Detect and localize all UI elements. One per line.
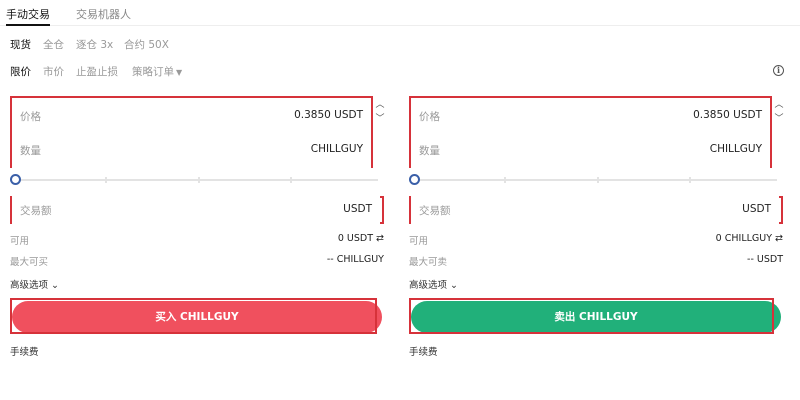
buy-price-stepper: ︿ ﹀ (374, 99, 386, 129)
active-tab-indicator (6, 24, 50, 26)
buy-price-value: 0.3850 USDT (294, 109, 363, 121)
buy-price-field[interactable]: 价格 0.3850 USDT (12, 98, 371, 134)
mode-cross[interactable]: 全仓 (43, 37, 64, 52)
slider-tick (105, 177, 107, 183)
sell-price-field[interactable]: 价格 0.3850 USDT (411, 98, 770, 134)
buy-max-label: 最大可买 (10, 257, 49, 268)
sell-max-value: -- USDT (747, 254, 783, 265)
slider-handle[interactable] (10, 174, 21, 185)
sell-panel: 价格 0.3850 USDT ︿ ﹀ 数量 CHILLGUY 交易额 USDT … (409, 96, 785, 366)
chevron-up-icon[interactable]: ︿ (773, 99, 785, 111)
buy-amount-slider[interactable] (10, 174, 384, 186)
slider-tick (597, 177, 599, 183)
sell-advanced-options[interactable]: 高级选项 ⌄ (409, 277, 458, 291)
sell-amount-value: USDT (742, 203, 771, 215)
info-circle-icon[interactable]: i (773, 65, 784, 76)
top-tab-bar: 手动交易 交易机器人 (0, 0, 800, 26)
sell-max-label: 最大可卖 (409, 257, 448, 268)
slider-handle[interactable] (409, 174, 420, 185)
buy-qty-value: CHILLGUY (310, 143, 363, 155)
slider-tick (504, 177, 506, 183)
strategy-order-label: 策略订单 (132, 66, 174, 78)
slider-track (16, 179, 378, 181)
buy-price-label: 价格 (20, 111, 41, 123)
tab-trading-bot[interactable]: 交易机器人 (76, 6, 131, 22)
sell-price-stepper: ︿ ﹀ (773, 99, 785, 129)
sell-price-label: 价格 (419, 111, 440, 123)
buy-fee-label: 手续费 (10, 347, 39, 358)
sell-available-row: 可用 0 CHILLGUY ⇄ (409, 233, 783, 247)
buy-qty-label: 数量 (20, 145, 41, 157)
mode-isolated[interactable]: 逐仓 3x (76, 37, 113, 52)
chevron-down-icon[interactable]: ﹀ (374, 113, 386, 125)
buy-button-highlight (10, 298, 377, 334)
sell-price-value: 0.3850 USDT (693, 109, 762, 121)
sell-amount-label: 交易额 (419, 205, 451, 217)
sell-button-highlight (409, 298, 774, 334)
sell-max-row: 最大可卖 -- USDT (409, 254, 783, 268)
slider-track (415, 179, 777, 181)
buy-amount-value: USDT (343, 203, 372, 215)
sell-advanced-label: 高级选项 (409, 280, 448, 291)
sell-qty-field[interactable]: 数量 CHILLGUY (411, 132, 770, 168)
sell-qty-label: 数量 (419, 145, 440, 157)
order-type-tabs: 限价 市价 止盈止损 策略订单 ▼ (10, 64, 790, 80)
chevron-down-icon: ⌄ (450, 280, 459, 291)
slider-tick (290, 177, 292, 183)
caret-down-icon: ▼ (176, 68, 183, 77)
chevron-down-icon[interactable]: ﹀ (773, 113, 785, 125)
mode-futures[interactable]: 合约 50X (124, 37, 169, 52)
buy-amount-field[interactable]: 交易额 USDT (12, 192, 380, 228)
tab-tp-sl[interactable]: 止盈止损 (76, 64, 118, 79)
mode-spot[interactable]: 现货 (10, 37, 31, 52)
chevron-up-icon[interactable]: ︿ (374, 99, 386, 111)
slider-tick (689, 177, 691, 183)
buy-advanced-options[interactable]: 高级选项 ⌄ (10, 277, 59, 291)
buy-available-value[interactable]: 0 USDT ⇄ (338, 233, 384, 244)
tab-market[interactable]: 市价 (43, 64, 64, 79)
buy-panel: 价格 0.3850 USDT ︿ ﹀ 数量 CHILLGUY 交易额 USDT … (10, 96, 386, 366)
buy-qty-field[interactable]: 数量 CHILLGUY (12, 132, 371, 168)
buy-advanced-label: 高级选项 (10, 280, 49, 291)
chevron-down-icon: ⌄ (51, 280, 60, 291)
sell-available-value[interactable]: 0 CHILLGUY ⇄ (716, 233, 783, 244)
sell-available-label: 可用 (409, 236, 429, 247)
sell-amount-field[interactable]: 交易额 USDT (411, 192, 779, 228)
buy-available-label: 可用 (10, 236, 30, 247)
buy-max-row: 最大可买 -- CHILLGUY (10, 254, 384, 268)
sell-fee-label: 手续费 (409, 347, 438, 358)
buy-max-value: -- CHILLGUY (326, 254, 384, 265)
sell-qty-value: CHILLGUY (709, 143, 762, 155)
buy-available-row: 可用 0 USDT ⇄ (10, 233, 384, 247)
tab-limit[interactable]: 限价 (10, 64, 31, 79)
sell-amount-slider[interactable] (409, 174, 783, 186)
tab-strategy-order[interactable]: 策略订单 ▼ (132, 64, 182, 79)
slider-tick (198, 177, 200, 183)
tab-manual-trading[interactable]: 手动交易 (6, 6, 50, 22)
buy-amount-label: 交易额 (20, 205, 52, 217)
